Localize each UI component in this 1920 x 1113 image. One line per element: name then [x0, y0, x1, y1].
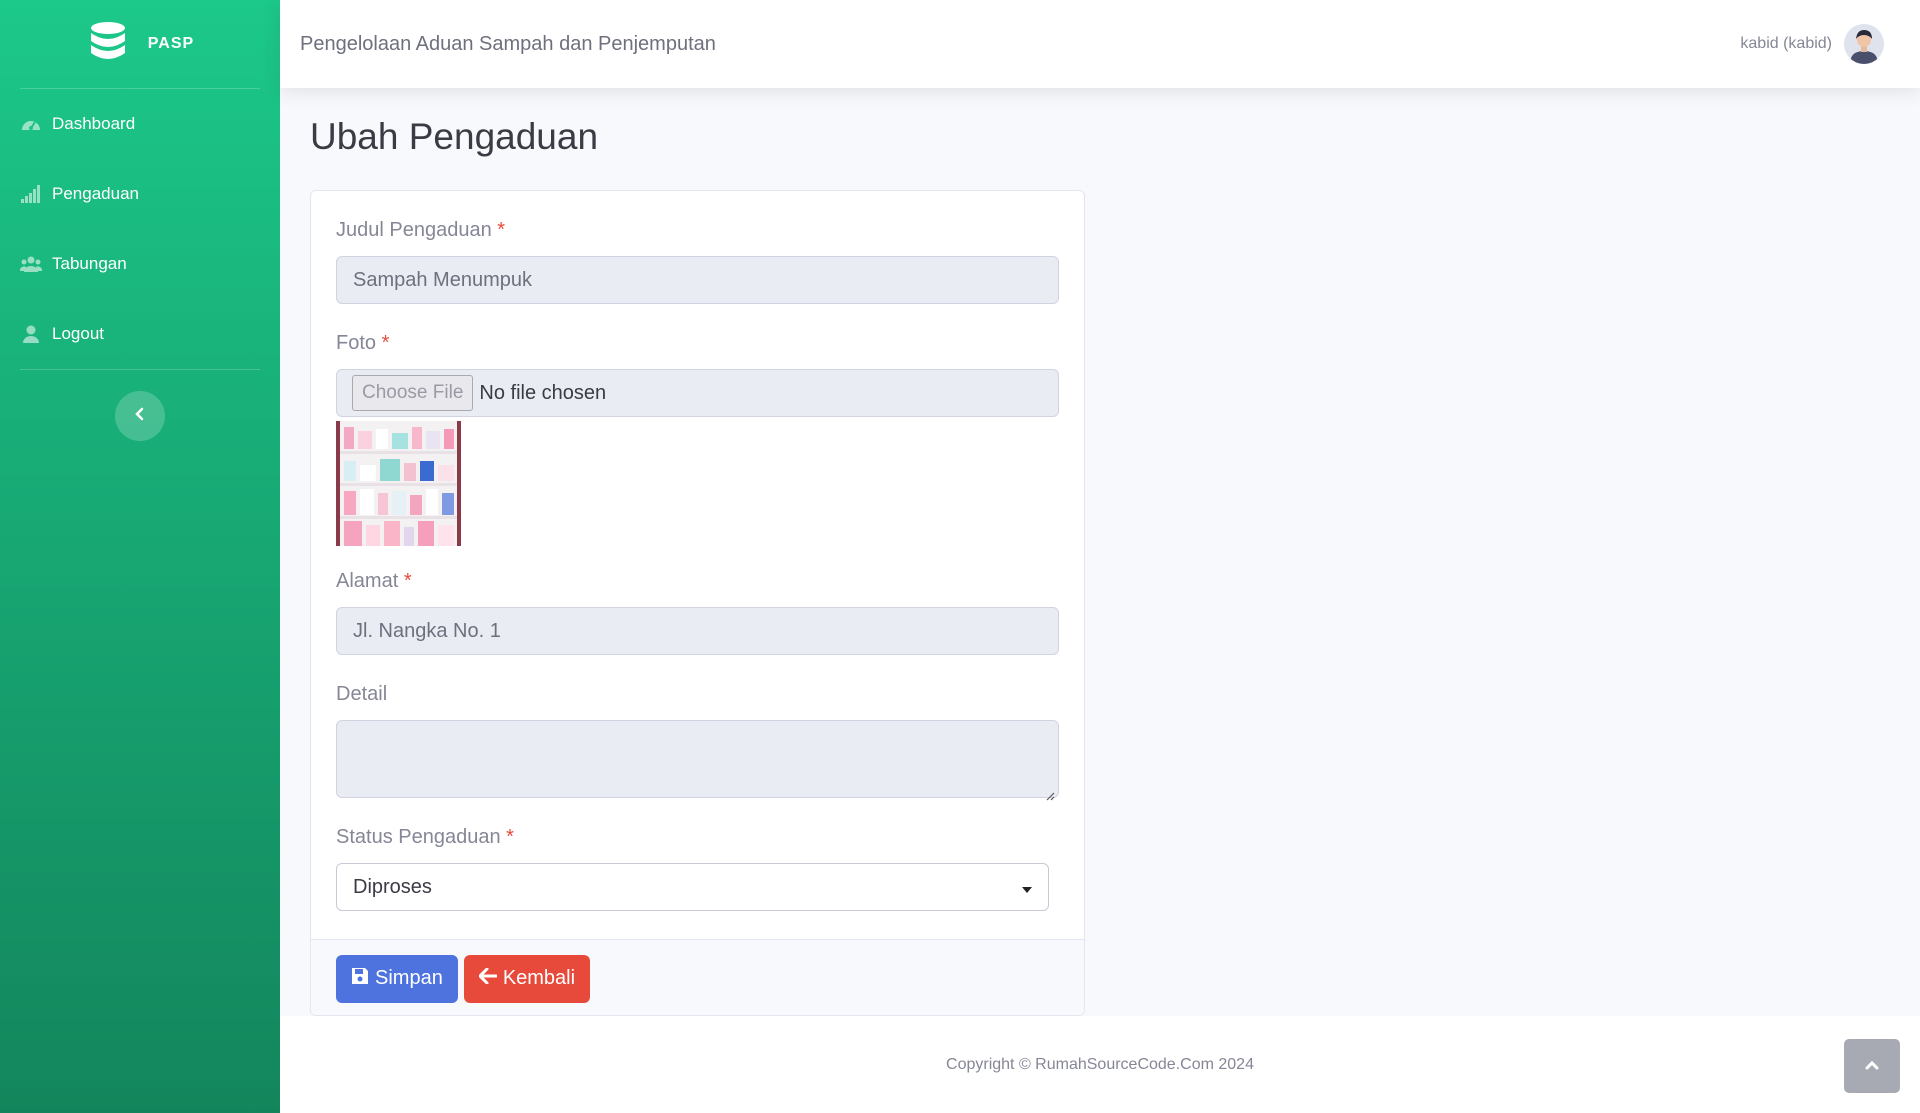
card-footer: Simpan Kembali — [311, 939, 1084, 1015]
sidebar-item-label: Pengaduan — [52, 184, 139, 203]
judul-input[interactable]: Sampah Menumpuk — [336, 256, 1059, 304]
chevron-up-icon — [1865, 1057, 1879, 1075]
sidebar-item-label: Dashboard — [52, 114, 136, 133]
alamat-label: Alamat * — [336, 570, 412, 592]
brand-name: PASP — [147, 35, 195, 52]
card-body: Judul Pengaduan * Sampah Menumpuk Foto *… — [311, 191, 1084, 939]
chevron-left-icon — [134, 407, 146, 426]
sidebar-item-logout[interactable]: Logout — [0, 299, 280, 369]
sidebar-divider — [20, 369, 260, 370]
save-label: Simpan — [375, 967, 443, 989]
save-button[interactable]: Simpan — [336, 954, 458, 1003]
required-mark: * — [403, 570, 412, 592]
avatar[interactable] — [1844, 24, 1884, 64]
save-icon — [351, 967, 369, 991]
scroll-to-top-button[interactable] — [1844, 1039, 1900, 1093]
caret-down-icon — [1022, 876, 1032, 899]
detail-textarea[interactable] — [336, 720, 1059, 801]
arrow-left-icon — [478, 967, 498, 990]
sidebar-item-label: Tabungan — [52, 254, 127, 273]
required-mark: * — [381, 332, 390, 354]
status-select[interactable]: Diproses — [336, 863, 1049, 911]
database-icon — [86, 20, 130, 69]
signal-icon — [20, 183, 42, 205]
back-label: Kembali — [502, 967, 576, 989]
sidebar-item-dashboard[interactable]: Dashboard — [0, 89, 280, 159]
app-title: Pengelolaan Aduan Sampah dan Penjemputan — [300, 32, 716, 55]
foto-label: Foto * — [336, 332, 390, 354]
sidebar: PASP Dashboard Pengaduan Tabungan Logout — [0, 0, 280, 1113]
alamat-input[interactable]: Jl. Nangka No. 1 — [336, 607, 1059, 655]
tachometer-icon — [20, 113, 42, 135]
required-mark: * — [497, 219, 506, 241]
copyright-text: Copyright © RumahSourceCode.Com 2024 — [946, 1055, 1254, 1073]
user-name: kabid (kabid) — [1740, 35, 1832, 52]
user-menu[interactable]: kabid (kabid) — [1740, 24, 1884, 64]
back-button[interactable]: Kembali — [463, 954, 591, 1003]
judul-value: Sampah Menumpuk — [353, 268, 532, 291]
status-selected: Diproses — [353, 875, 432, 898]
file-status: No file chosen — [479, 381, 607, 404]
user-icon — [20, 323, 42, 345]
page-title: Ubah Pengaduan — [310, 116, 599, 157]
photo-thumbnail — [336, 421, 461, 546]
users-icon — [20, 253, 42, 275]
alamat-value: Jl. Nangka No. 1 — [353, 619, 501, 642]
edit-complaint-card: Judul Pengaduan * Sampah Menumpuk Foto *… — [310, 190, 1085, 1016]
foto-file-input[interactable]: Choose File No file chosen — [336, 369, 1059, 417]
footer: Copyright © RumahSourceCode.Com 2024 — [280, 1016, 1920, 1113]
status-label: Status Pengaduan * — [336, 826, 514, 848]
sidebar-item-tabungan[interactable]: Tabungan — [0, 229, 280, 299]
topbar: Pengelolaan Aduan Sampah dan Penjemputan… — [280, 0, 1920, 88]
detail-label: Detail — [336, 683, 388, 705]
resize-grip-icon[interactable] — [1045, 784, 1055, 801]
required-mark: * — [506, 826, 514, 848]
brand[interactable]: PASP — [0, 0, 280, 88]
sidebar-toggle-button[interactable] — [115, 391, 165, 441]
sidebar-item-pengaduan[interactable]: Pengaduan — [0, 159, 280, 229]
sidebar-item-label: Logout — [52, 324, 104, 343]
choose-file-button[interactable]: Choose File — [352, 375, 474, 411]
judul-label: Judul Pengaduan * — [336, 219, 506, 241]
